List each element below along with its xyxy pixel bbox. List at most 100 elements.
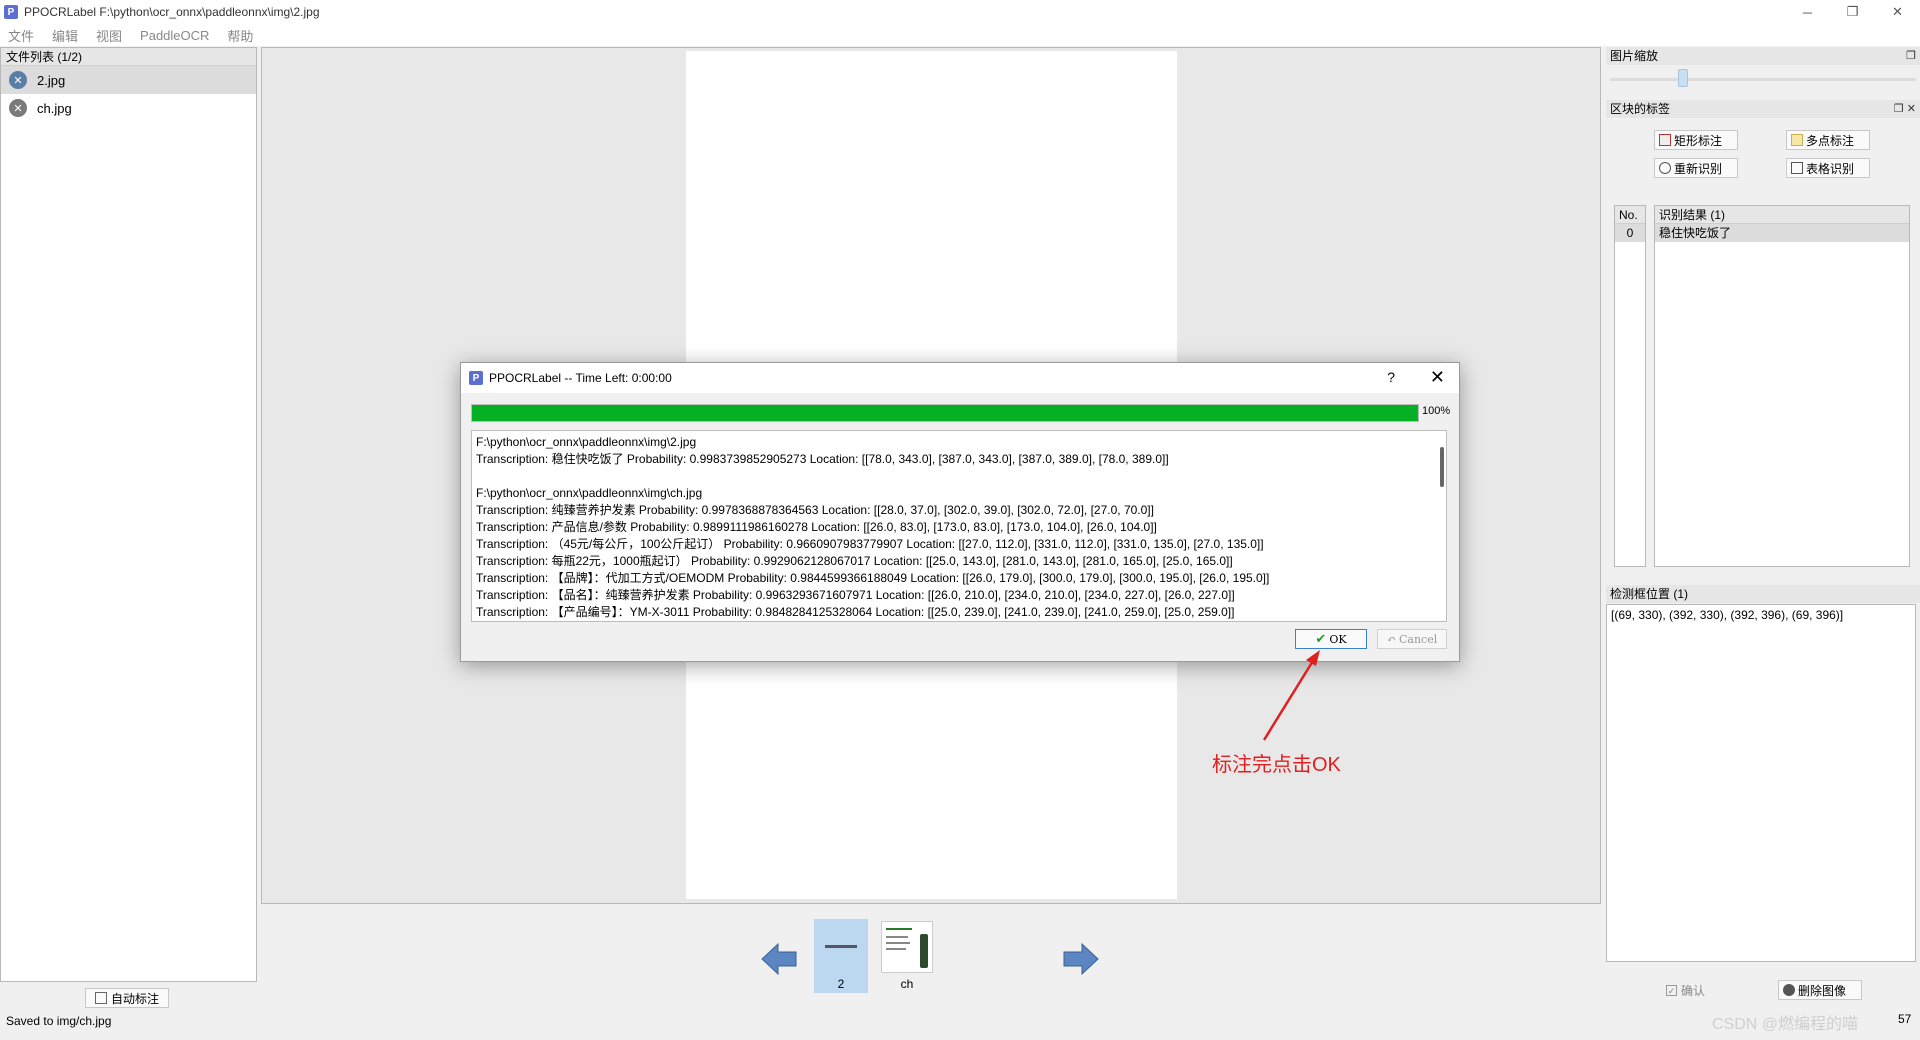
thumbnail-image xyxy=(881,921,933,973)
auto-label-label: 自动标注 xyxy=(110,991,159,1006)
menu-paddleocr[interactable]: PaddleOCR xyxy=(140,28,209,43)
menu-edit[interactable]: 编辑 xyxy=(52,26,78,45)
dialog-title-bar: P PPOCRLabel -- Time Left: 0:00:00 ? ✕ xyxy=(461,363,1459,393)
log-line: Transcription: 每瓶22元，1000瓶起订） Probabilit… xyxy=(476,554,1233,568)
zoom-dock: 图片缩放 ❐ xyxy=(1606,47,1920,65)
log-line: Transcription: 【品名】：纯臻营养护发素 Probability:… xyxy=(476,588,1235,602)
file-status-icon: ✕ xyxy=(9,99,27,117)
file-list-panel: 文件列表 (1/2) ✕ 2.jpg ✕ ch.jpg xyxy=(0,47,257,982)
annotation-arrow-icon xyxy=(1262,650,1320,741)
ok-label: OK xyxy=(1329,632,1347,646)
app-icon: P xyxy=(4,5,18,19)
confirm-label: 确认 xyxy=(1681,983,1706,998)
boxpos-list: [(69, 330), (392, 330), (392, 396), (69,… xyxy=(1606,604,1916,962)
rect-label-button[interactable]: 矩形标注 xyxy=(1654,130,1738,150)
thumbnail-image xyxy=(815,921,867,973)
check-icon: ✓ xyxy=(1666,984,1677,996)
reocr-text: 重新识别 xyxy=(1674,161,1723,176)
log-line: Transcription: 纯臻营养护发素 Probability: 0.99… xyxy=(476,503,1154,517)
close-button[interactable]: ✕ xyxy=(1875,0,1920,24)
cancel-label: Cancel xyxy=(1398,632,1438,646)
dialog-close-icon[interactable]: ✕ xyxy=(1430,367,1445,388)
zoom-dock-header: 图片缩放 ❐ xyxy=(1606,47,1920,65)
file-item[interactable]: ✕ ch.jpg xyxy=(1,94,256,122)
menu-file[interactable]: 文件 xyxy=(8,26,34,45)
poly-label-button[interactable]: 多点标注 xyxy=(1786,130,1870,150)
thumbnail-label: 2 xyxy=(837,977,845,991)
cancel-icon: ↶ xyxy=(1386,632,1396,646)
file-item[interactable]: ✕ 2.jpg xyxy=(1,66,256,94)
log-line: Transcription: 【产品编号】：YM-X-3011 Probabil… xyxy=(476,605,1235,619)
ok-check-icon: ✔ xyxy=(1315,631,1327,647)
corner-count: 57 xyxy=(1898,1012,1912,1026)
watermark: CSDN @燃编程的喵 xyxy=(1712,1016,1859,1033)
log-line: F:\python\ocr_onnx\paddleonnx\img\ch.jpg xyxy=(476,486,703,500)
boxpos-header: 检测框位置 (1) xyxy=(1606,585,1920,603)
title-bar: P PPOCRLabel F:\python\ocr_onnx\paddleon… xyxy=(0,0,1920,24)
zoom-slider[interactable] xyxy=(1610,69,1916,89)
block-label-title: 区块的标签 xyxy=(1610,102,1671,116)
delete-image-button[interactable]: 删除图像 xyxy=(1778,980,1862,1000)
reocr-button[interactable]: 重新识别 xyxy=(1654,158,1738,178)
dock-float-icon[interactable]: ❐ xyxy=(1906,47,1916,65)
log-text-area[interactable]: F:\python\ocr_onnx\paddleonnx\img\2.jpg … xyxy=(471,430,1447,622)
poly-icon xyxy=(1791,134,1803,146)
refresh-icon xyxy=(1659,162,1671,174)
auto-label-button[interactable]: 自动标注 xyxy=(85,988,169,1008)
restore-button[interactable]: ❐ xyxy=(1830,0,1875,24)
poly-label-text: 多点标注 xyxy=(1806,133,1855,148)
block-label-header: 区块的标签 ❐ ✕ xyxy=(1606,100,1920,118)
result-text-column: 识别结果 (1) 稳住快吃饭了 xyxy=(1654,205,1910,567)
file-name: 2.jpg xyxy=(37,72,66,88)
file-list-header: 文件列表 (1/2) xyxy=(1,48,256,66)
window-title: PPOCRLabel F:\python\ocr_onnx\paddleonnx… xyxy=(24,5,320,19)
menu-help[interactable]: 帮助 xyxy=(227,26,253,45)
dock-float-close-icon[interactable]: ❐ ✕ xyxy=(1894,100,1916,118)
dialog-app-icon: P xyxy=(469,371,483,385)
log-line: Transcription: 产品信息/参数 Probability: 0.98… xyxy=(476,520,1157,534)
log-scrollbar[interactable] xyxy=(1440,447,1444,487)
next-image-arrow-icon[interactable] xyxy=(1062,940,1100,978)
result-no-column: No. 0 xyxy=(1614,205,1646,567)
slider-handle[interactable] xyxy=(1678,69,1688,87)
progress-fill xyxy=(472,405,1418,421)
help-icon[interactable]: ? xyxy=(1387,369,1395,385)
table-recog-text: 表格识别 xyxy=(1806,161,1855,176)
delete-image-label: 删除图像 xyxy=(1798,983,1847,998)
auto-label-icon xyxy=(94,992,107,1004)
slider-track xyxy=(1610,78,1916,81)
ok-button[interactable]: ✔ OK xyxy=(1295,629,1367,649)
block-label-dock: 区块的标签 ❐ ✕ xyxy=(1606,100,1920,118)
result-header: 识别结果 (1) xyxy=(1655,206,1909,224)
delete-icon xyxy=(1783,984,1795,996)
thumbnail-label: ch xyxy=(900,977,914,991)
cancel-button[interactable]: ↶ Cancel xyxy=(1377,629,1447,649)
thumbnail-ch[interactable]: ch xyxy=(880,919,934,993)
thumbnail-2[interactable]: 2 xyxy=(814,919,868,993)
table-icon xyxy=(1791,162,1803,174)
result-no[interactable]: 0 xyxy=(1615,224,1645,242)
menu-bar: 文件 编辑 视图 PaddleOCR 帮助 xyxy=(0,24,1920,46)
log-line: F:\python\ocr_onnx\paddleonnx\img\2.jpg xyxy=(476,435,697,449)
annotation-text: 标注完点击OK xyxy=(1212,754,1341,776)
result-text[interactable]: 稳住快吃饭了 xyxy=(1655,224,1909,242)
prev-image-arrow-icon[interactable] xyxy=(760,940,798,978)
confirm-checkbox[interactable]: ✓ 确认 xyxy=(1662,980,1722,1000)
progress-percent: 100% xyxy=(1422,405,1451,417)
log-line: Transcription: （45元/每公斤，100公斤起订） Probabi… xyxy=(476,537,1264,551)
dialog-title: PPOCRLabel -- Time Left: 0:00:00 xyxy=(489,371,672,385)
status-bar-text: Saved to img/ch.jpg xyxy=(6,1014,112,1028)
zoom-dock-title: 图片缩放 xyxy=(1610,49,1659,63)
minimize-button[interactable]: ─ xyxy=(1785,0,1830,24)
boxpos-dock: 检测框位置 (1) xyxy=(1606,585,1920,603)
file-status-icon: ✕ xyxy=(9,71,27,89)
menu-view[interactable]: 视图 xyxy=(96,26,122,45)
boxpos-value[interactable]: [(69, 330), (392, 330), (392, 396), (69,… xyxy=(1607,605,1915,625)
window-controls: ─ ❐ ✕ xyxy=(1785,0,1920,24)
table-recog-button[interactable]: 表格识别 xyxy=(1786,158,1870,178)
rect-icon xyxy=(1659,134,1671,146)
rect-label-text: 矩形标注 xyxy=(1674,133,1723,148)
progress-bar xyxy=(471,404,1419,422)
log-line: Transcription: 【品牌】：代加工方式/OEMODM Probabi… xyxy=(476,571,1270,585)
